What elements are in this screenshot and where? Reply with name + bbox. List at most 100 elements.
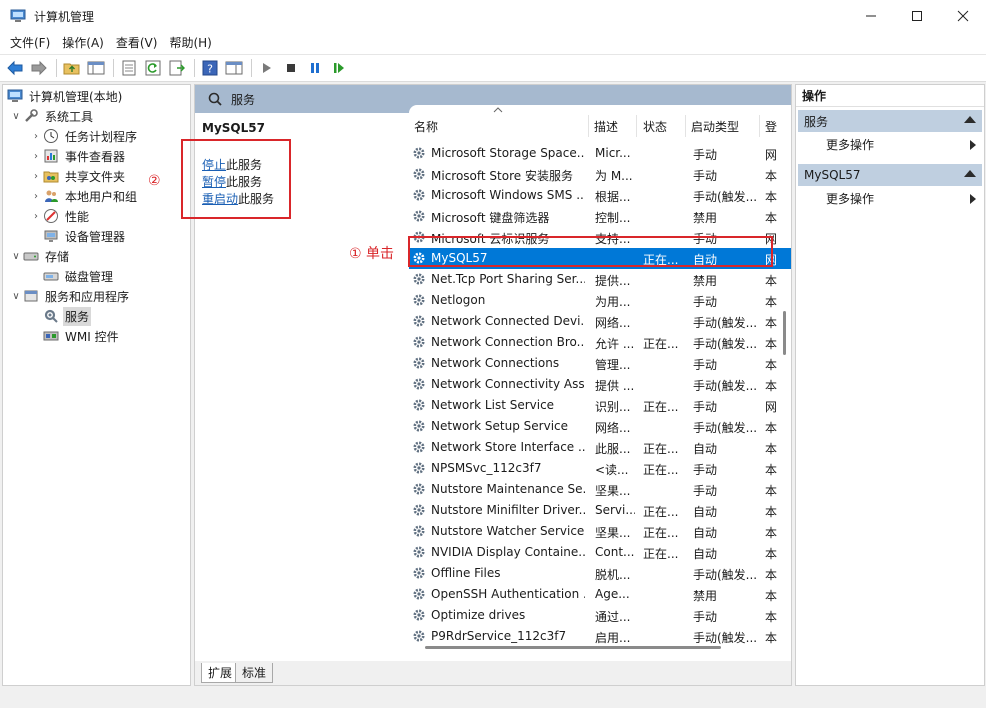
service-row[interactable]: Nutstore Watcher Service 坚果... 正在... 自动 本: [409, 521, 791, 542]
service-row[interactable]: Nutstore Minifilter Driver... Servi... 正在.…: [409, 500, 791, 521]
service-row[interactable]: Network List Service 识别... 正在... 手动 网: [409, 395, 791, 416]
column-header-status[interactable]: 状态: [643, 118, 667, 135]
pause-service-button[interactable]: [304, 57, 326, 79]
collapse-up-icon[interactable]: [964, 116, 976, 123]
action-group-services[interactable]: 服务: [798, 110, 982, 132]
tree-item[interactable]: ∨ 系统工具: [9, 106, 95, 126]
service-row[interactable]: NPSMSvc_112c3f7 <读... 正在... 手动 本: [409, 458, 791, 479]
horizontal-scrollbar-thumb[interactable]: [425, 646, 721, 649]
service-description: 坚果...: [595, 484, 631, 498]
tree-item-label: WMI 控件: [65, 329, 119, 344]
column-divider[interactable]: [636, 115, 637, 137]
tree-item[interactable]: 设备管理器: [29, 226, 127, 246]
service-name: Microsoft 键盘筛选器: [431, 211, 550, 225]
service-row[interactable]: OpenSSH Authentication ... Age... 禁用 本: [409, 584, 791, 605]
service-logon: 本: [765, 589, 778, 603]
show-hide-tree-button[interactable]: [85, 57, 107, 79]
menu-help[interactable]: 帮助(H): [163, 32, 217, 54]
tree-item[interactable]: › 本地用户和组: [29, 186, 139, 206]
back-arrow-icon: [7, 60, 23, 76]
column-divider[interactable]: [759, 115, 760, 137]
tree-item[interactable]: 服务: [29, 306, 92, 326]
vertical-scrollbar-thumb[interactable]: [783, 311, 786, 355]
tree-item[interactable]: ∨ 服务和应用程序: [9, 286, 131, 306]
service-row[interactable]: Nutstore Maintenance Se... 坚果... 手动 本: [409, 479, 791, 500]
column-divider[interactable]: [588, 115, 589, 137]
column-header-logon[interactable]: 登: [765, 118, 777, 135]
show-action-pane-button[interactable]: [223, 57, 245, 79]
column-header-startup-type[interactable]: 启动类型: [691, 118, 739, 135]
help-button[interactable]: ?: [199, 57, 221, 79]
service-name: P9RdrService_112c3f7: [431, 629, 567, 643]
service-logon: 本: [765, 568, 778, 582]
service-row[interactable]: Network Setup Service 网络... 手动(触发... 本: [409, 416, 791, 437]
service-row[interactable]: Microsoft Windows SMS ... 根据... 手动(触发... 本: [409, 185, 791, 206]
service-status: 正在...: [643, 505, 679, 519]
tree-item[interactable]: 磁盘管理: [29, 266, 115, 286]
tree-expander-icon[interactable]: ›: [29, 211, 43, 222]
service-startup-type: 手动: [693, 169, 718, 183]
up-folder-button[interactable]: [61, 57, 83, 79]
service-row[interactable]: Network Store Interface ... 此服... 正在... 自动 本: [409, 437, 791, 458]
back-button[interactable]: [4, 57, 26, 79]
more-actions-services[interactable]: 更多操作: [826, 135, 976, 155]
service-row[interactable]: Network Connected Devi... 网络... 手动(触发... 本: [409, 311, 791, 332]
service-description: 允许 ...: [595, 337, 635, 351]
service-row[interactable]: Netlogon 为用... 手动 本: [409, 290, 791, 311]
tab-standard[interactable]: 标准: [235, 663, 274, 683]
collapse-up-icon[interactable]: [964, 170, 976, 177]
view-tabs: 扩展 标准: [195, 661, 791, 685]
minimize-button[interactable]: [848, 0, 894, 32]
tree-item[interactable]: › 性能: [29, 206, 91, 226]
service-row[interactable]: Microsoft Storage Space... Micr... 手动 网: [409, 143, 791, 164]
action-group-mysql57[interactable]: MySQL57: [798, 164, 982, 186]
menu-view[interactable]: 查看(V): [110, 32, 164, 54]
tree-expander-icon[interactable]: ›: [29, 191, 43, 202]
column-header-description[interactable]: 描述: [594, 118, 618, 135]
tree-item[interactable]: 计算机管理(本地): [7, 86, 124, 106]
restart-service-button[interactable]: [328, 57, 350, 79]
tree-expander-icon[interactable]: ∨: [9, 111, 23, 122]
maximize-button[interactable]: [894, 0, 940, 32]
tab-extended[interactable]: 扩展: [201, 663, 240, 683]
tree-expander-icon[interactable]: ∨: [9, 291, 23, 302]
service-gear-icon: [411, 145, 427, 161]
service-row[interactable]: Offline Files 脱机... 手动(触发... 本: [409, 563, 791, 584]
menu-file[interactable]: 文件(F): [4, 32, 56, 54]
service-row[interactable]: Optimize drives 通过... 手动 本: [409, 605, 791, 626]
service-row[interactable]: Network Connections 管理... 手动 本: [409, 353, 791, 374]
properties-button[interactable]: [118, 57, 140, 79]
column-divider[interactable]: [685, 115, 686, 137]
tree-expander-icon[interactable]: ›: [29, 171, 43, 182]
start-service-button[interactable]: [256, 57, 278, 79]
tree-item[interactable]: › 事件查看器: [29, 146, 127, 166]
tree-item[interactable]: › 任务计划程序: [29, 126, 139, 146]
tree-expander-icon[interactable]: ›: [29, 151, 43, 162]
refresh-button[interactable]: [142, 57, 164, 79]
stop-service-button[interactable]: [280, 57, 302, 79]
service-startup-type: 手动: [693, 400, 718, 414]
service-row[interactable]: P9RdrService_112c3f7 启用... 手动(触发... 本: [409, 626, 791, 647]
export-list-button[interactable]: [166, 57, 188, 79]
tree-item[interactable]: ∨ 存储: [9, 246, 71, 266]
tree-item[interactable]: WMI 控件: [29, 326, 121, 346]
service-gear-icon: [411, 502, 427, 518]
event-viewer-icon: [43, 148, 59, 164]
column-header-name[interactable]: 名称: [414, 118, 438, 135]
tree-expander-icon[interactable]: ∨: [9, 251, 23, 262]
service-row[interactable]: Network Connection Bro... 允许 ... 正在... 手动(触…: [409, 332, 791, 353]
service-startup-type: 手动(触发...: [693, 190, 757, 204]
service-row[interactable]: Microsoft 键盘筛选器 控制... 禁用 本: [409, 206, 791, 227]
service-row[interactable]: Network Connectivity Ass... 提供 ... 手动(触发..…: [409, 374, 791, 395]
close-button[interactable]: [940, 0, 986, 32]
service-row[interactable]: Microsoft Store 安装服务 为 M... 手动 本: [409, 164, 791, 185]
service-row[interactable]: NVIDIA Display Containe... Cont... 正在... 自动…: [409, 542, 791, 563]
more-actions-mysql57[interactable]: 更多操作: [826, 189, 976, 209]
service-row[interactable]: Net.Tcp Port Sharing Ser... 提供... 禁用 本: [409, 269, 791, 290]
forward-button[interactable]: [28, 57, 50, 79]
tree-expander-icon[interactable]: ›: [29, 131, 43, 142]
service-name: Network Connected Devi...: [431, 314, 585, 328]
menu-action[interactable]: 操作(A): [56, 32, 110, 54]
title-bar[interactable]: 计算机管理: [0, 0, 986, 32]
tree-item[interactable]: › 共享文件夹: [29, 166, 127, 186]
